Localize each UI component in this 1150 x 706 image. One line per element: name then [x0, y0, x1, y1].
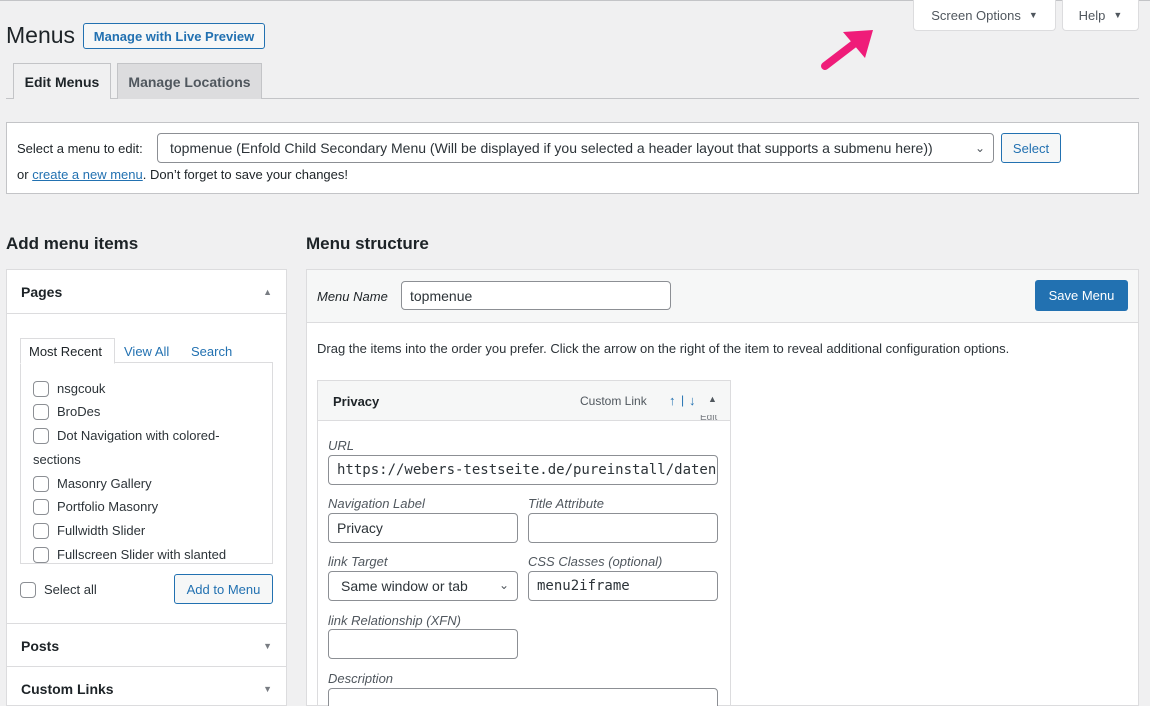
- link-target-select[interactable]: Same window or tab ⌄: [328, 571, 518, 601]
- list-item[interactable]: nsgcouk: [33, 381, 105, 397]
- list-item[interactable]: Portfolio Masonry: [33, 499, 158, 515]
- chevron-down-icon: ⌄: [498, 578, 509, 592]
- add-to-menu-button[interactable]: Add to Menu: [174, 574, 273, 604]
- link-target-value: Same window or tab: [341, 578, 468, 594]
- triangle-up-icon: ▲: [263, 286, 272, 297]
- posts-title: Posts: [21, 637, 60, 654]
- custom-links-accordion-header[interactable]: Custom Links ▼: [7, 667, 286, 706]
- checkbox[interactable]: [33, 404, 49, 420]
- page-label: Portfolio Masonry: [57, 499, 159, 514]
- live-preview-button[interactable]: Manage with Live Preview: [83, 23, 265, 49]
- link-target-label: link Target: [328, 554, 388, 569]
- css-classes-label: CSS Classes (optional): [528, 554, 663, 569]
- tab-manage-locations[interactable]: Manage Locations: [117, 63, 262, 99]
- edit-hint: Edit: [700, 415, 718, 421]
- custom-links-title: Custom Links: [21, 680, 114, 697]
- tab-search[interactable]: Search: [191, 338, 232, 364]
- list-item[interactable]: Masonry Gallery: [33, 476, 152, 492]
- divider: [7, 313, 286, 314]
- page-label: sections: [33, 452, 81, 467]
- page-label: Dot Navigation with colored-: [57, 428, 220, 443]
- select-button[interactable]: Select: [1001, 133, 1061, 163]
- help-label: Help: [1078, 7, 1106, 23]
- menu-name-label: Menu Name: [317, 289, 388, 304]
- select-all-label: Select all: [44, 582, 97, 597]
- navigation-label-label: Navigation Label: [328, 496, 425, 511]
- posts-accordion-header[interactable]: Posts ▼: [7, 624, 286, 667]
- select-all-control[interactable]: Select all: [20, 582, 97, 598]
- menu-item-title: Privacy: [333, 394, 380, 409]
- xfn-input[interactable]: [328, 629, 518, 659]
- title-attribute-label: Title Attribute: [528, 496, 604, 511]
- navigation-label-input[interactable]: Privacy: [328, 513, 518, 543]
- list-item[interactable]: BroDes: [33, 404, 100, 420]
- page-label: Fullwidth Slider: [57, 523, 146, 538]
- menu-name-input[interactable]: topmenue: [401, 281, 671, 310]
- tab-edit-menus[interactable]: Edit Menus: [13, 63, 111, 99]
- select-menu-label: Select a menu to edit:: [17, 141, 143, 156]
- drag-instructions: Drag the items into the order you prefer…: [317, 341, 1010, 356]
- save-reminder-text: . Don’t forget to save your changes!: [142, 167, 348, 182]
- menu-select-dropdown[interactable]: topmenue (Enfold Child Secondary Menu (W…: [157, 133, 994, 163]
- or-text: or: [17, 167, 29, 182]
- checkbox[interactable]: [33, 547, 49, 563]
- pages-checklist[interactable]: nsgcouk BroDes Dot Navigation with color…: [20, 362, 273, 564]
- caret-down-icon: ▼: [1113, 10, 1123, 20]
- separator-text: |: [681, 393, 685, 407]
- move-down-icon[interactable]: ↓: [689, 393, 696, 408]
- triangle-down-icon: ▼: [263, 640, 272, 651]
- list-item[interactable]: Fullwidth Slider: [33, 523, 145, 539]
- url-input[interactable]: https://webers-testseite.de/pureinstall/…: [328, 455, 718, 485]
- description-textarea[interactable]: [328, 688, 718, 706]
- screen-options-label: Screen Options: [931, 7, 1021, 23]
- url-label: URL: [328, 438, 355, 453]
- screen-options-button[interactable]: Screen Options ▼: [913, 0, 1056, 31]
- caret-down-icon: ▼: [1028, 10, 1038, 20]
- annotation-arrow-icon: [815, 26, 877, 76]
- checkbox[interactable]: [33, 476, 49, 492]
- chevron-down-icon: ⌄: [974, 141, 985, 155]
- checkbox[interactable]: [33, 523, 49, 539]
- list-item[interactable]: Fullscreen Slider with slanted: [33, 547, 226, 563]
- add-menu-items-heading: Add menu items: [6, 234, 139, 253]
- select-all-checkbox[interactable]: [20, 582, 36, 598]
- description-label: Description: [328, 671, 394, 686]
- triangle-down-icon: ▼: [263, 683, 272, 694]
- pages-accordion-header[interactable]: Pages ▲: [7, 270, 286, 313]
- xfn-label: link Relationship (XFN): [328, 613, 461, 628]
- tab-most-recent[interactable]: Most Recent: [20, 338, 115, 364]
- help-button[interactable]: Help ▼: [1062, 0, 1139, 31]
- page-label: BroDes: [57, 404, 101, 419]
- create-menu-line: or create a new menu. Don’t forget to sa…: [17, 167, 348, 182]
- menu-structure-heading: Menu structure: [306, 234, 429, 253]
- menu-select-value: topmenue (Enfold Child Secondary Menu (W…: [170, 140, 933, 156]
- title-attribute-input[interactable]: [528, 513, 718, 543]
- list-item-continued: sections: [33, 452, 81, 467]
- page-label: nsgcouk: [57, 381, 106, 396]
- pages-title: Pages: [21, 283, 63, 300]
- menu-item-type: Custom Link: [580, 394, 647, 408]
- create-new-menu-link[interactable]: create a new menu: [32, 167, 143, 182]
- move-up-icon[interactable]: ↑: [669, 393, 676, 408]
- css-classes-input[interactable]: menu2iframe: [528, 571, 718, 601]
- tab-view-all[interactable]: View All: [124, 338, 169, 364]
- checkbox[interactable]: [33, 499, 49, 515]
- page-title: Menus: [6, 22, 76, 48]
- checkbox[interactable]: [33, 381, 49, 397]
- save-menu-button[interactable]: Save Menu: [1035, 280, 1128, 311]
- page-label: Fullscreen Slider with slanted: [57, 547, 227, 562]
- collapse-triangle-icon[interactable]: ▲: [708, 394, 717, 404]
- page-label: Masonry Gallery: [57, 476, 152, 491]
- checkbox[interactable]: [33, 428, 49, 444]
- list-item[interactable]: Dot Navigation with colored-: [33, 428, 220, 444]
